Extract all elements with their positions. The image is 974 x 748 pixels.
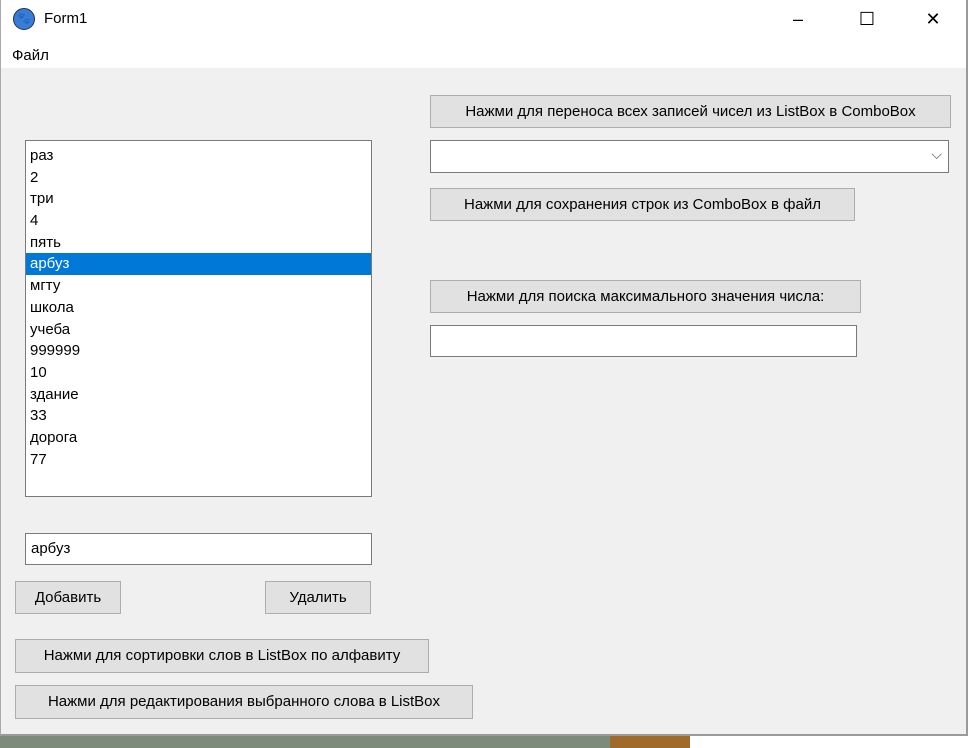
edit-button[interactable]: Нажми для редактирования выбранного слов…	[15, 685, 473, 719]
window-title: Form1	[44, 10, 88, 27]
combobox[interactable]: ⌵	[430, 140, 949, 173]
list-item[interactable]: пять	[26, 232, 371, 254]
list-item[interactable]: 77	[26, 449, 371, 471]
max-result-field[interactable]	[430, 325, 857, 357]
list-item[interactable]: дорога	[26, 427, 371, 449]
title-bar: 🐾 Form1 – ☐ ✕	[1, 0, 966, 38]
delete-button[interactable]: Удалить	[265, 581, 371, 614]
sort-button[interactable]: Нажми для сортировки слов в ListBox по а…	[15, 639, 429, 673]
word-input[interactable]: арбуз	[25, 533, 372, 565]
list-item[interactable]: мгту	[26, 275, 371, 297]
list-item[interactable]: здание	[26, 384, 371, 406]
listbox[interactable]: раз 2 три 4 пять арбуз мгту школа учеба 999999 10 з…	[25, 140, 372, 497]
find-max-button[interactable]: Нажми для поиска максимального значения …	[430, 280, 861, 313]
list-item[interactable]: 999999	[26, 340, 371, 362]
list-item[interactable]: арбуз	[26, 253, 371, 276]
desktop-background	[0, 736, 610, 748]
add-button[interactable]: Добавить	[15, 581, 121, 614]
form-window: 🐾 Form1 – ☐ ✕ Файл раз 2 три 4 пять арбуз мгту…	[0, 0, 968, 736]
save-button[interactable]: Нажми для сохранения строк из ComboBox в…	[430, 188, 855, 221]
close-button[interactable]: ✕	[910, 4, 956, 34]
list-item[interactable]: школа	[26, 297, 371, 319]
list-item[interactable]: 33	[26, 405, 371, 427]
chevron-down-icon[interactable]: ⌵	[931, 146, 942, 163]
minimize-button[interactable]: –	[775, 4, 821, 34]
list-item[interactable]: раз	[26, 145, 371, 167]
menu-bar: Файл	[1, 38, 966, 68]
transfer-button[interactable]: Нажми для переноса всех записей чисел из…	[430, 95, 951, 128]
maximize-button[interactable]: ☐	[844, 4, 890, 34]
list-item[interactable]: 2	[26, 167, 371, 189]
menu-file[interactable]: Файл	[12, 47, 49, 64]
list-item[interactable]: 10	[26, 362, 371, 384]
list-item[interactable]: три	[26, 188, 371, 210]
list-item[interactable]: 4	[26, 210, 371, 232]
desktop-background	[610, 736, 690, 748]
list-item[interactable]: учеба	[26, 319, 371, 341]
paw-icon: 🐾	[13, 8, 35, 30]
